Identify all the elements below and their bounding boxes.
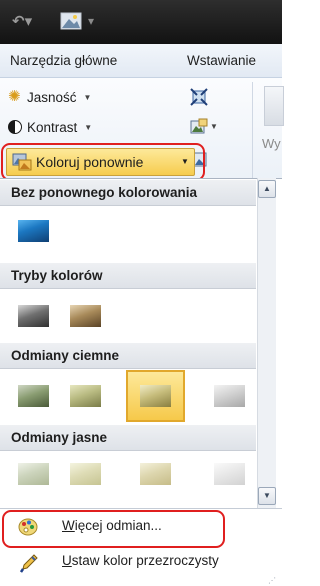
section-title: Bez ponownego kolorowania — [11, 185, 198, 200]
swatch-sepia[interactable] — [70, 305, 101, 327]
change-picture-icon[interactable] — [190, 118, 208, 136]
chevron-down-icon: ▼ — [83, 92, 92, 102]
eyedropper-pen-icon — [20, 554, 38, 573]
swatch-dark-3[interactable] — [140, 385, 171, 407]
section-title: Tryby kolorów — [11, 268, 103, 283]
highlight-annotation — [1, 143, 205, 181]
swatch-dark-2[interactable] — [70, 385, 101, 407]
swatch-dark-1[interactable] — [18, 385, 49, 407]
menu-divider — [0, 508, 282, 509]
swatch-dark-4[interactable] — [214, 385, 245, 407]
brightness-button[interactable]: ✺ Jasność ▼ — [8, 86, 91, 108]
swatch-light-1[interactable] — [18, 463, 49, 485]
section-header-no-recolor: Bez ponownego kolorowania — [0, 180, 256, 206]
chevron-down-icon: ▼ — [84, 122, 93, 132]
swatch-no-recolor[interactable] — [18, 220, 49, 242]
ribbon-tabs: Narzędzia główne Wstawianie — [0, 44, 282, 78]
tab-insert[interactable]: Wstawianie — [187, 53, 256, 68]
section-header-light-variations: Odmiany jasne — [0, 425, 256, 451]
compress-pictures-icon[interactable] — [190, 88, 208, 106]
contrast-label: Kontrast — [27, 119, 78, 135]
group-separator — [252, 82, 253, 182]
title-bar: ↶▾ ▾ — [0, 0, 282, 44]
set-transparent-color-item[interactable]: Ustaw kolor przezroczysty — [0, 546, 282, 580]
resize-grip[interactable]: ⋰ — [268, 576, 276, 585]
brightness-label: Jasność — [27, 89, 77, 105]
picture-styles-button[interactable] — [264, 86, 284, 126]
partial-button-label: Wy — [262, 136, 281, 151]
tab-home[interactable]: Narzędzia główne — [10, 53, 117, 68]
customize-quick-access-icon[interactable]: ▾ — [88, 10, 104, 32]
section-title: Odmiany ciemne — [11, 348, 120, 363]
swatch-light-4[interactable] — [214, 463, 245, 485]
section-title: Odmiany jasne — [11, 430, 108, 445]
contrast-button[interactable]: Kontrast ▼ — [8, 116, 92, 138]
section-header-color-modes: Tryby kolorów — [0, 263, 256, 289]
swatch-light-3[interactable] — [140, 463, 171, 485]
picture-icon[interactable] — [60, 10, 86, 32]
scroll-down-button[interactable]: ▼ — [258, 487, 276, 505]
swatch-light-2[interactable] — [70, 463, 101, 485]
contrast-circle-icon — [8, 120, 22, 134]
scroll-up-button[interactable]: ▲ — [258, 180, 276, 198]
undo-icon[interactable]: ↶▾ — [12, 10, 46, 32]
brightness-sun-icon: ✺ — [8, 88, 21, 105]
section-header-dark-variations: Odmiany ciemne — [0, 343, 256, 369]
swatch-grayscale[interactable] — [18, 305, 49, 327]
set-transparent-color-label: Ustaw kolor przezroczysty — [62, 553, 219, 568]
highlight-annotation — [2, 510, 225, 548]
gallery-scrollbar[interactable] — [257, 178, 276, 508]
chevron-down-icon: ▼ — [210, 122, 218, 131]
